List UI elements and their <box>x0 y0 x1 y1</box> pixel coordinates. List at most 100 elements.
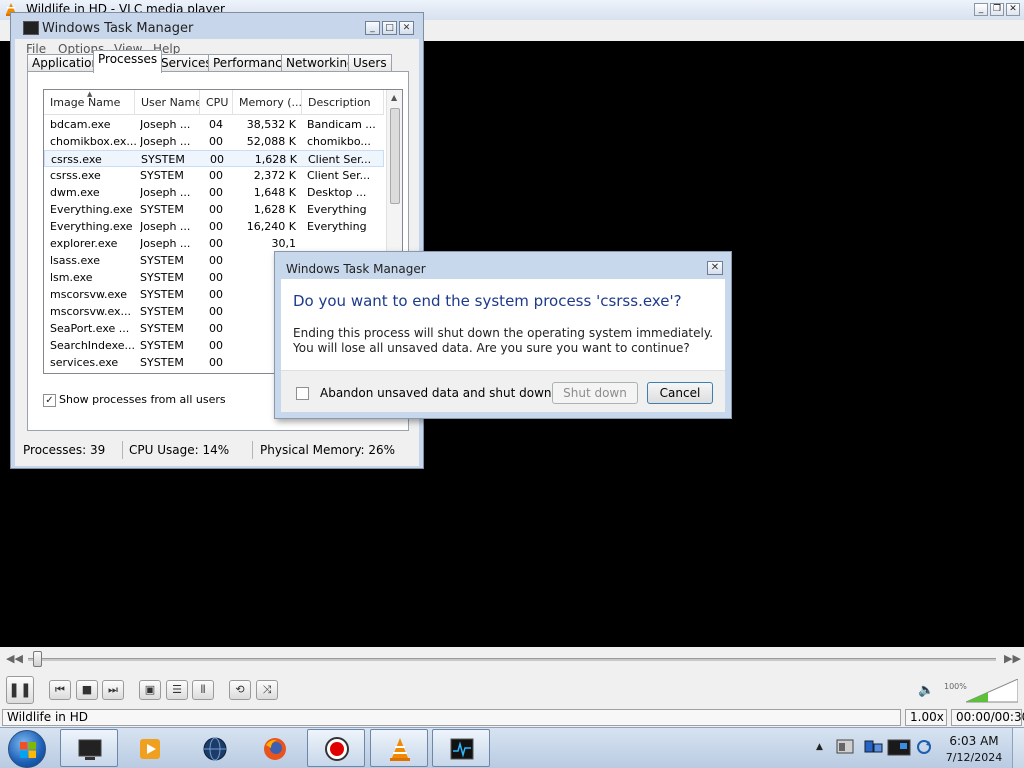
tm-minimize-button[interactable]: _ <box>365 21 380 35</box>
process-image-name: explorer.exe <box>50 237 118 250</box>
previous-button[interactable]: ⏮ <box>49 680 71 700</box>
playlist-button[interactable]: ☰ <box>166 680 188 700</box>
vlc-restore-button[interactable]: ❐ <box>990 3 1004 16</box>
column-user-name[interactable]: User Name <box>135 90 200 115</box>
tray-device-icon[interactable] <box>886 736 912 758</box>
pause-button[interactable]: ❚❚ <box>6 676 34 704</box>
shut-down-button[interactable]: Shut down <box>552 382 638 404</box>
tab-users[interactable]: Users <box>348 54 392 72</box>
taskbar-firefox[interactable] <box>245 729 303 767</box>
tray-window-icon[interactable] <box>836 738 854 756</box>
loop-button[interactable]: ⟲ <box>229 680 251 700</box>
vlc-cone-icon <box>390 738 410 761</box>
abandon-data-label[interactable]: Abandon unsaved data and shut down. <box>320 386 555 400</box>
process-image-name: csrss.exe <box>50 169 101 182</box>
process-description: Everything <box>307 220 367 233</box>
column-memory[interactable]: Memory (... <box>233 90 302 115</box>
fullscreen-button[interactable]: ▣ <box>139 680 161 700</box>
process-row[interactable]: csrss.exe SYSTEM 00 1,628 K Client Ser... <box>44 150 384 167</box>
taskbar-globe-app[interactable] <box>185 729 243 767</box>
process-image-name: mscorsvw.ex... <box>50 305 132 318</box>
process-row[interactable]: explorer.exe Joseph ... 00 30,1 <box>44 235 384 252</box>
process-cpu: 00 <box>209 356 223 369</box>
process-row[interactable]: csrss.exe SYSTEM 00 2,372 K Client Ser... <box>44 167 384 184</box>
vlc-minimize-button[interactable]: _ <box>974 3 988 16</box>
column-description[interactable]: Description <box>302 90 384 115</box>
seek-bar[interactable] <box>28 658 996 661</box>
stop-button[interactable]: ■ <box>76 680 98 700</box>
seek-back-icon[interactable]: ◀◀ <box>6 652 23 665</box>
process-row[interactable]: bdcam.exe Joseph ... 04 38,532 K Bandicam ..… <box>44 116 384 133</box>
start-button[interactable] <box>8 730 46 768</box>
playback-time[interactable]: 00:00/00:30 <box>951 709 1024 726</box>
dialog-footer: Abandon unsaved data and shut down. Shut… <box>281 370 725 412</box>
speaker-icon[interactable]: 🔈 <box>918 683 934 698</box>
vlc-close-button[interactable]: ✕ <box>1006 3 1020 16</box>
tray-network-icon[interactable] <box>864 738 884 756</box>
tm-close-button[interactable]: ✕ <box>399 21 414 35</box>
taskbar-monitor-app[interactable] <box>432 729 490 767</box>
column-image-name[interactable]: Image Name <box>44 90 135 115</box>
tab-processes[interactable]: Processes <box>93 50 163 73</box>
media-play-icon <box>140 739 160 759</box>
extended-settings-button[interactable]: ⦀ <box>192 680 214 700</box>
abandon-data-checkbox[interactable] <box>296 387 309 400</box>
process-cpu: 00 <box>209 220 223 233</box>
process-cpu: 00 <box>209 135 223 148</box>
process-image-name: bdcam.exe <box>50 118 111 131</box>
process-row[interactable]: Everything.exe Joseph ... 00 16,240 K Everyt… <box>44 218 384 235</box>
show-desktop-button[interactable] <box>1012 728 1024 768</box>
process-image-name: chomikbox.ex... <box>50 135 136 148</box>
system-tray: ▲ <box>812 728 942 768</box>
process-row[interactable]: dwm.exe Joseph ... 00 1,648 K Desktop ... <box>44 184 384 201</box>
process-user-name: Joseph ... <box>140 118 191 131</box>
process-memory: 2,372 K <box>253 169 296 182</box>
shuffle-button[interactable]: ⤨ <box>256 680 278 700</box>
seek-handle[interactable] <box>33 651 42 667</box>
taskbar-bandicam[interactable] <box>307 729 365 767</box>
cancel-button[interactable]: Cancel <box>647 382 713 404</box>
firefox-icon <box>264 738 286 760</box>
taskbar-taskmgr[interactable] <box>60 729 118 767</box>
process-user-name: SYSTEM <box>140 322 184 335</box>
vlc-controls: ◀◀ ▶▶ ❚❚ ⏮ ■ ⏭ ▣ ☰ ⦀ ⟲ ⤨ 🔈 100% <box>0 647 1024 708</box>
tm-maximize-button[interactable]: □ <box>382 21 397 35</box>
tray-sync-icon[interactable] <box>916 739 932 755</box>
taskbar-vlc[interactable] <box>370 729 428 767</box>
process-memory: 38,532 K <box>246 118 296 131</box>
process-image-name: services.exe <box>50 356 119 369</box>
process-user-name: Joseph ... <box>140 135 191 148</box>
process-description: Bandicam ... <box>307 118 376 131</box>
next-button[interactable]: ⏭ <box>102 680 124 700</box>
column-cpu[interactable]: CPU <box>200 90 233 115</box>
clock-date[interactable]: 7/12/2024 <box>944 751 1004 764</box>
show-all-users-checkbox[interactable]: ✓ <box>43 394 56 407</box>
process-image-name: SeaPort.exe ... <box>50 322 130 335</box>
process-memory: 1,628 K <box>254 153 297 166</box>
seek-forward-icon[interactable]: ▶▶ <box>1004 652 1021 665</box>
playback-speed[interactable]: 1.00x <box>905 709 947 726</box>
dialog-close-button[interactable]: ✕ <box>707 261 723 275</box>
task-manager-title: Windows Task Manager <box>42 21 194 36</box>
process-cpu: 00 <box>209 288 223 301</box>
process-image-name: lsass.exe <box>50 254 100 267</box>
process-description: Client Ser... <box>308 153 372 166</box>
process-memory: 1,628 K <box>253 203 296 216</box>
globe-icon <box>203 737 227 761</box>
process-cpu: 00 <box>209 271 223 284</box>
process-cpu: 00 <box>209 339 223 352</box>
show-hidden-icons-icon[interactable]: ▲ <box>816 742 823 752</box>
dialog-title: Windows Task Manager <box>286 262 426 276</box>
task-manager-titlebar[interactable]: Windows Task Manager _ □ ✕ <box>11 13 423 37</box>
scroll-up-icon[interactable]: ▲ <box>391 93 397 102</box>
process-row[interactable]: Everything.exe SYSTEM 00 1,628 K Everything <box>44 201 384 218</box>
show-all-users-label[interactable]: Show processes from all users <box>59 393 226 406</box>
clock-time[interactable]: 6:03 AM <box>944 734 1004 748</box>
process-image-name: dwm.exe <box>50 186 100 199</box>
process-row[interactable]: chomikbox.ex... Joseph ... 00 52,088 K chomi… <box>44 133 384 150</box>
scrollbar-thumb[interactable] <box>390 108 400 204</box>
taskbar-media-app[interactable] <box>120 729 178 767</box>
process-cpu: 00 <box>209 322 223 335</box>
volume-slider[interactable] <box>966 679 1018 703</box>
process-cpu: 00 <box>209 254 223 267</box>
